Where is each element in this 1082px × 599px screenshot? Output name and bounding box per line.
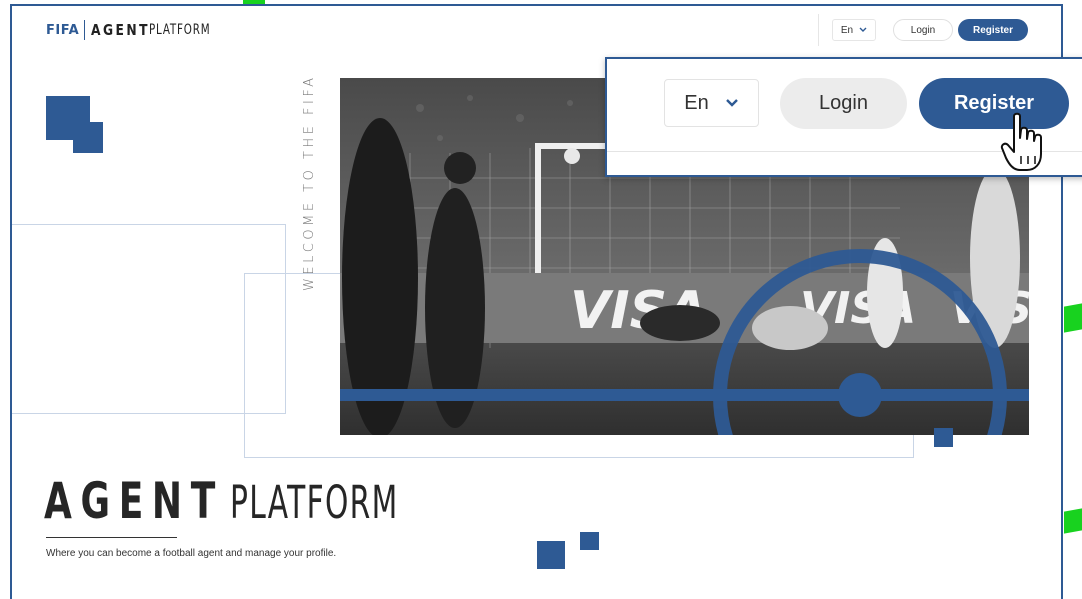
- zoom-callout: En Login Register: [605, 57, 1082, 177]
- page-title: AGENT PLATFORM: [44, 472, 485, 530]
- brand-divider: [84, 20, 86, 40]
- register-button[interactable]: Register: [958, 19, 1028, 41]
- decor-square: [580, 532, 599, 550]
- title-underline: [46, 537, 177, 538]
- login-button-zoomed[interactable]: Login: [780, 78, 907, 129]
- header-divider: [818, 14, 819, 46]
- chevron-down-icon: [859, 27, 867, 32]
- page-subtitle: Where you can become a football agent an…: [46, 548, 337, 559]
- language-select-zoomed[interactable]: En: [664, 79, 759, 127]
- hand-pointer-icon: [1000, 112, 1042, 171]
- welcome-vertical-text: WELCOME TO THE FIFA: [302, 74, 317, 291]
- language-value: En: [840, 24, 854, 36]
- language-select[interactable]: En: [832, 19, 876, 41]
- page-title-agent: AGENT: [44, 472, 224, 530]
- login-button[interactable]: Login: [893, 19, 953, 41]
- annotation-mark: [1064, 508, 1082, 534]
- brand-fifa: FIFA: [46, 22, 80, 38]
- language-value-zoomed: En: [684, 91, 709, 114]
- annotation-mark: [1064, 303, 1082, 333]
- chevron-down-icon: [725, 99, 738, 107]
- brand-logo[interactable]: FIFA AGENT PLATFORM: [46, 20, 224, 40]
- decor-square: [537, 541, 565, 569]
- page-title-platform: PLATFORM: [229, 476, 399, 529]
- decor-square: [934, 428, 953, 447]
- brand-platform: PLATFORM: [149, 22, 211, 38]
- decor-square: [73, 122, 103, 153]
- brand-agent: AGENT: [91, 21, 151, 39]
